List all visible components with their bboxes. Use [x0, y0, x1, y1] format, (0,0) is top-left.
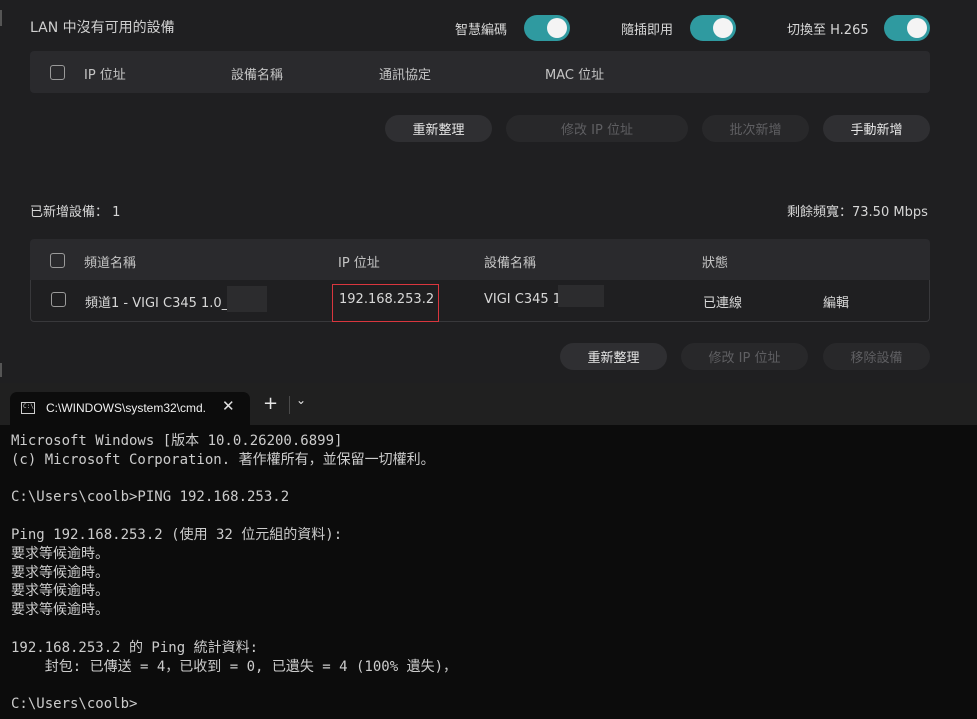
terminal-tab-bar: C:\WINDOWS\system32\cmd. ✕ + ⌄: [0, 383, 977, 425]
console-line: (c) Microsoft Corporation. 著作權所有，並保留一切權利…: [11, 451, 435, 468]
header-status: 狀態: [702, 256, 729, 271]
console-line: Ping 192.168.253.2 (使用 32 位元組的資料):: [11, 526, 343, 543]
added-table-header: 頻道名稱 IP 位址 設備名稱 狀態: [30, 239, 930, 281]
redacted-area: [558, 285, 604, 307]
console-line: 要求等候逾時。: [11, 583, 109, 600]
header-device-name: 設備名稱: [484, 256, 537, 271]
header-protocol: 通訊協定: [379, 68, 432, 83]
lan-refresh-button[interactable]: 重新整理: [385, 115, 492, 142]
remove-device-button[interactable]: 移除設備: [823, 343, 930, 370]
plus-icon[interactable]: +: [263, 393, 278, 414]
console-line: C:\Users\coolb>: [11, 696, 138, 713]
window-edge: [0, 363, 2, 377]
plug-and-play-toggle[interactable]: [690, 15, 736, 41]
smart-coding-toggle[interactable]: [524, 15, 570, 41]
device-status: 已連線: [703, 296, 743, 311]
added-modify-ip-button[interactable]: 修改 IP 位址: [681, 343, 808, 370]
header-device-name: 設備名稱: [231, 68, 284, 83]
device-name: VIGI C345 1: [484, 292, 562, 307]
redacted-area: [227, 286, 267, 312]
console-line: 192.168.253.2 的 Ping 統計資料:: [11, 639, 259, 656]
chevron-down-icon[interactable]: ⌄: [296, 393, 306, 407]
plug-and-play-label: 隨插即用: [621, 23, 674, 38]
console-line: C:\Users\coolb>PING 192.168.253.2: [11, 489, 290, 506]
console-line: Microsoft Windows [版本 10.0.26200.6899]: [11, 433, 343, 449]
lan-table-header: IP 位址 設備名稱 通訊協定 MAC 位址: [30, 51, 930, 93]
row-checkbox[interactable]: [51, 292, 66, 307]
h265-toggle[interactable]: [884, 15, 930, 41]
added-devices-count: 已新增設備： 1: [30, 205, 121, 220]
console-line: 要求等候逾時。: [11, 564, 109, 581]
lan-modify-ip-button[interactable]: 修改 IP 位址: [506, 115, 688, 142]
toggle-knob: [547, 18, 567, 38]
added-refresh-button[interactable]: 重新整理: [560, 343, 667, 370]
lan-empty-message: LAN 中沒有可用的設備: [30, 20, 175, 36]
table-row: 頻道1 - VIGI C345 1.0_ 192.168.253.2 VIGI …: [30, 280, 930, 322]
console-line: 要求等候逾時。: [11, 602, 109, 619]
tab-title: C:\WINDOWS\system32\cmd.: [46, 401, 207, 415]
console-line: 要求等候逾時。: [11, 545, 109, 562]
divider: [289, 396, 290, 414]
edit-link[interactable]: 編輯: [823, 292, 849, 311]
cmd-icon: [21, 402, 35, 414]
close-icon[interactable]: ✕: [222, 397, 235, 415]
header-ip: IP 位址: [338, 256, 380, 271]
manual-add-button[interactable]: 手動新增: [823, 115, 930, 142]
terminal-tab[interactable]: C:\WINDOWS\system32\cmd. ✕: [10, 392, 250, 425]
window-edge: [0, 10, 2, 26]
header-ip: IP 位址: [84, 68, 126, 83]
header-channel-name: 頻道名稱: [84, 256, 137, 271]
header-mac: MAC 位址: [545, 68, 605, 83]
toggle-knob: [907, 18, 927, 38]
console-output[interactable]: Microsoft Windows [版本 10.0.26200.6899] (c…: [11, 432, 457, 714]
ip-highlight-box: [332, 284, 439, 322]
batch-add-button[interactable]: 批次新增: [702, 115, 809, 142]
smart-coding-label: 智慧編碼: [455, 23, 508, 38]
terminal-window: C:\WINDOWS\system32\cmd. ✕ + ⌄ Microsoft…: [0, 383, 977, 719]
toggle-knob: [713, 18, 733, 38]
added-select-all-checkbox[interactable]: [50, 253, 65, 268]
console-line: 封包: 已傳送 = 4，已收到 = 0, 已遺失 = 4 (100% 遺失)，: [11, 658, 458, 675]
h265-label: 切換至 H.265: [787, 23, 869, 38]
channel-name: 頻道1 - VIGI C345 1.0_: [85, 296, 229, 311]
remaining-bandwidth: 剩餘頻寬：73.50 Mbps: [787, 205, 928, 220]
lan-select-all-checkbox[interactable]: [50, 65, 65, 80]
device-panel: LAN 中沒有可用的設備 智慧編碼 隨插即用 切換至 H.265 IP 位址 設…: [0, 0, 977, 383]
